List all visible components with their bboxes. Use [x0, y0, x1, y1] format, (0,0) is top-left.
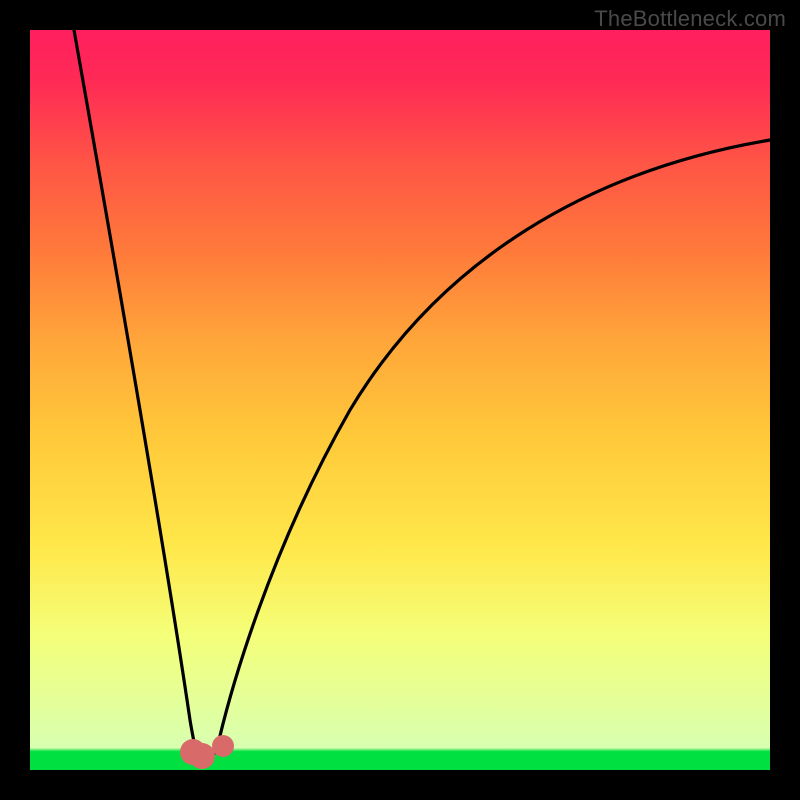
marker-trough-right: [212, 735, 234, 757]
curve-left-branch: [74, 30, 197, 753]
outer-frame: TheBottleneck.com: [0, 0, 800, 800]
curve-right-branch: [216, 140, 770, 753]
chart-overlay: [30, 30, 770, 770]
marker-trough-mid: [189, 743, 215, 769]
watermark-text: TheBottleneck.com: [594, 6, 786, 32]
